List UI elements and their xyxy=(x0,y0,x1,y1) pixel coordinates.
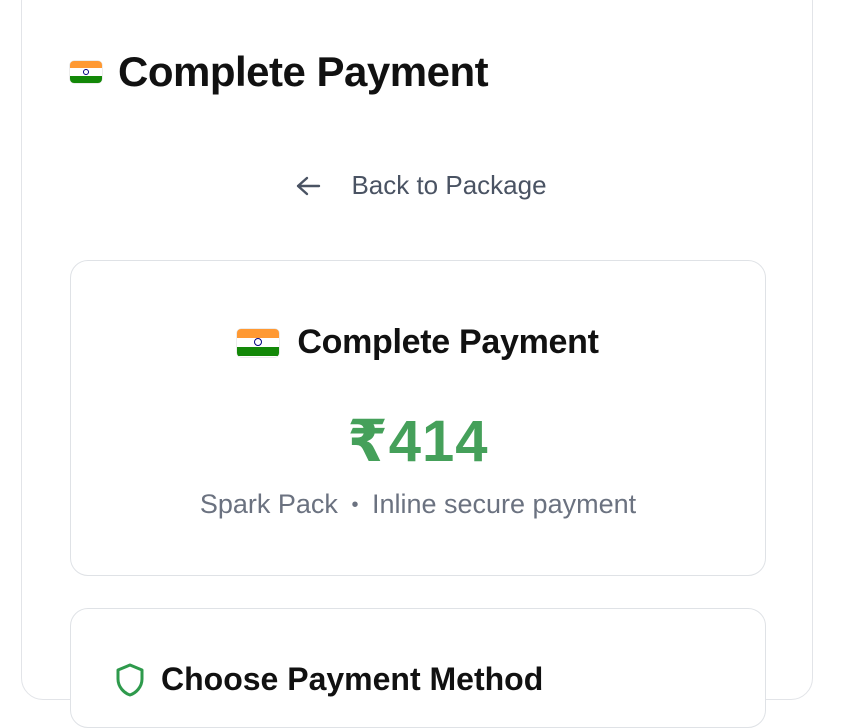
payment-amount: ₹414 xyxy=(347,409,489,474)
payment-method-title: Choose Payment Method xyxy=(161,661,544,697)
page-header: Complete Payment xyxy=(70,48,489,96)
india-flag-icon xyxy=(70,61,102,83)
back-to-package-link[interactable]: Back to Package xyxy=(0,170,842,201)
back-link-label: Back to Package xyxy=(351,170,547,200)
arrow-left-icon xyxy=(297,176,321,195)
payment-method-card: Choose Payment Method xyxy=(70,608,766,728)
payment-note: Inline secure payment xyxy=(371,489,637,519)
separator-dot: • xyxy=(351,494,359,516)
payment-summary-card: Complete Payment ₹414 Spark Pack • Inlin… xyxy=(70,260,766,576)
page-title: Complete Payment xyxy=(118,48,489,95)
summary-title: Complete Payment xyxy=(297,323,599,361)
package-name: Spark Pack xyxy=(199,489,338,519)
india-flag-icon xyxy=(237,328,280,357)
shield-icon xyxy=(116,663,144,696)
payment-subtitle: Spark Pack • Inline secure payment xyxy=(71,489,765,520)
payment-method-header: Choose Payment Method xyxy=(115,661,543,698)
summary-header: Complete Payment xyxy=(71,323,765,362)
